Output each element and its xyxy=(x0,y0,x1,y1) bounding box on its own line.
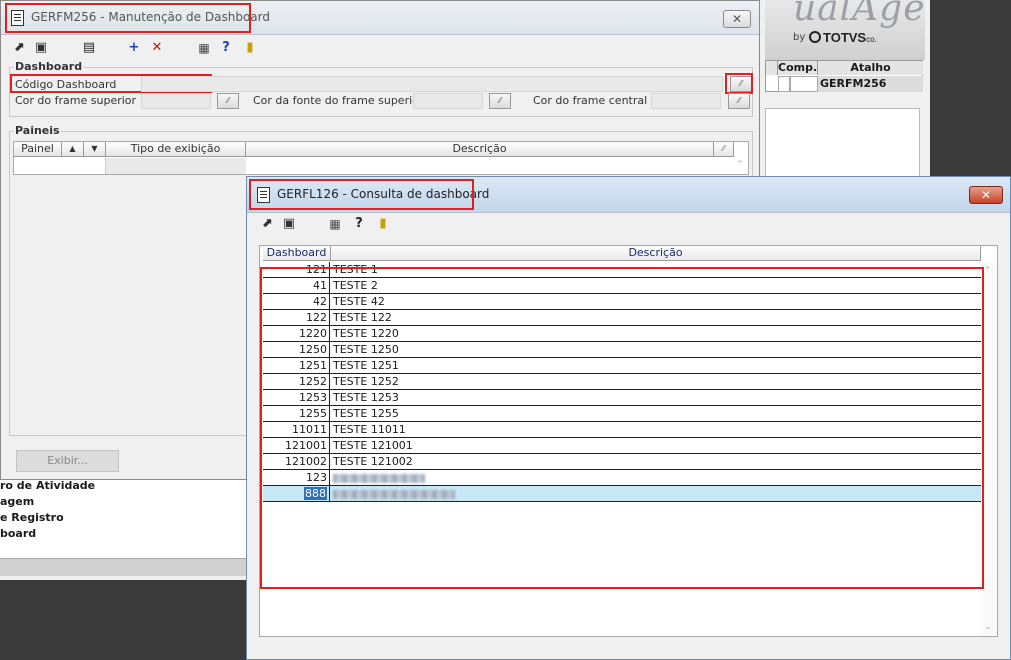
grid-header-blank xyxy=(766,61,778,75)
help-icon[interactable]: ? xyxy=(351,216,367,232)
color-picker-button[interactable]: ⁄⁄ xyxy=(728,93,750,109)
add-icon[interactable]: + xyxy=(126,40,142,56)
background-menu-list: ro de Atividade agem e Registro board xyxy=(0,478,250,558)
grid-cell[interactable] xyxy=(14,158,106,174)
grid-cell[interactable] xyxy=(790,76,818,92)
copy-icon[interactable]: ▣ xyxy=(281,216,297,232)
grid-header-atalho[interactable]: Atalho xyxy=(818,61,923,75)
color-picker-button[interactable]: ⁄⁄ xyxy=(217,93,239,109)
cor-frame-superior-label: Cor do frame superior xyxy=(15,94,137,107)
col-header-descricao[interactable]: Descrição xyxy=(331,246,981,261)
lookup-icon[interactable]: ⁄⁄ xyxy=(714,142,734,157)
toolbar: ⬈ ▣ ▤ + ✕ ▦ ? ▮ xyxy=(1,37,759,59)
col-header-painel[interactable]: Painel xyxy=(14,142,62,157)
save-icon[interactable]: ▤ xyxy=(81,40,97,56)
highlight-box xyxy=(249,179,474,210)
grid-cell[interactable] xyxy=(106,158,246,174)
list-item[interactable]: agem xyxy=(0,494,250,510)
sort-down-icon[interactable]: ▼ xyxy=(84,142,106,157)
close-button[interactable]: ✕ xyxy=(969,186,1003,204)
shortcut-grid: Comp. Atalho GERFM256 xyxy=(765,60,923,92)
col-header-tipo[interactable]: Tipo de exibição xyxy=(106,142,246,157)
cor-frame-central-field[interactable] xyxy=(651,93,721,109)
scroll-down-icon[interactable]: ⌄ xyxy=(984,622,992,632)
calculator-icon[interactable]: ▦ xyxy=(327,216,343,232)
brand-totvs: TOTVSco. xyxy=(809,30,877,45)
dashboard-lookup-window: GERFL126 - Consulta de dashboard ✕ ⬈ ▣ ▦… xyxy=(246,176,1011,660)
color-picker-button[interactable]: ⁄⁄ xyxy=(489,93,511,109)
col-header-descricao[interactable]: Descrição xyxy=(246,142,714,157)
cor-fonte-field[interactable] xyxy=(413,93,483,109)
brand-logo: ualAge by TOTVSco. xyxy=(765,0,925,60)
delete-icon[interactable]: ✕ xyxy=(149,40,165,56)
grid-cell-atalho[interactable]: GERFM256 xyxy=(818,76,923,92)
cor-frame-central-label: Cor do frame central xyxy=(533,94,648,107)
grid-header-comp[interactable]: Comp. xyxy=(778,61,818,75)
arrow-exit-icon[interactable]: ⬈ xyxy=(11,40,27,56)
group-label: Paineis xyxy=(14,124,61,137)
arrow-exit-icon[interactable]: ⬈ xyxy=(259,216,275,232)
calculator-icon[interactable]: ▦ xyxy=(196,40,212,56)
totvs-icon xyxy=(809,31,821,43)
copy-icon[interactable]: ▣ xyxy=(33,40,49,56)
toolbar: ⬈ ▣ ▦ ? ▮ xyxy=(247,213,1010,235)
paineis-grid[interactable]: Painel ▲ ▼ Tipo de exibição Descrição ⁄⁄… xyxy=(13,141,749,175)
highlight-box xyxy=(5,3,251,33)
col-header-dashboard[interactable]: Dashboard xyxy=(263,246,331,261)
list-item[interactable]: ro de Atividade xyxy=(0,478,250,494)
brand-name: ualAge xyxy=(793,0,926,29)
status-bar xyxy=(0,558,250,576)
exibir-button[interactable]: Exibir... xyxy=(16,450,119,472)
scroll-up-icon[interactable]: ⌃ xyxy=(736,160,744,170)
group-label: Dashboard xyxy=(14,60,84,73)
highlight-box xyxy=(260,267,984,589)
scroll-up-icon[interactable]: ⌃ xyxy=(984,266,992,276)
sort-up-icon[interactable]: ▲ xyxy=(62,142,84,157)
exit-door-icon[interactable]: ▮ xyxy=(375,216,391,232)
brand-by: by xyxy=(793,32,806,43)
close-button[interactable]: ✕ xyxy=(723,10,751,28)
cor-fonte-label: Cor da fonte do frame superior xyxy=(253,94,424,107)
grid-cell[interactable] xyxy=(778,76,790,92)
highlight-box xyxy=(725,73,753,94)
list-item[interactable]: board xyxy=(0,526,250,542)
list-item[interactable]: e Registro xyxy=(0,510,250,526)
help-icon[interactable]: ? xyxy=(218,40,234,56)
codigo-dashboard-field[interactable] xyxy=(141,76,723,92)
cor-frame-superior-field[interactable] xyxy=(141,93,211,109)
exit-door-icon[interactable]: ▮ xyxy=(242,40,258,56)
